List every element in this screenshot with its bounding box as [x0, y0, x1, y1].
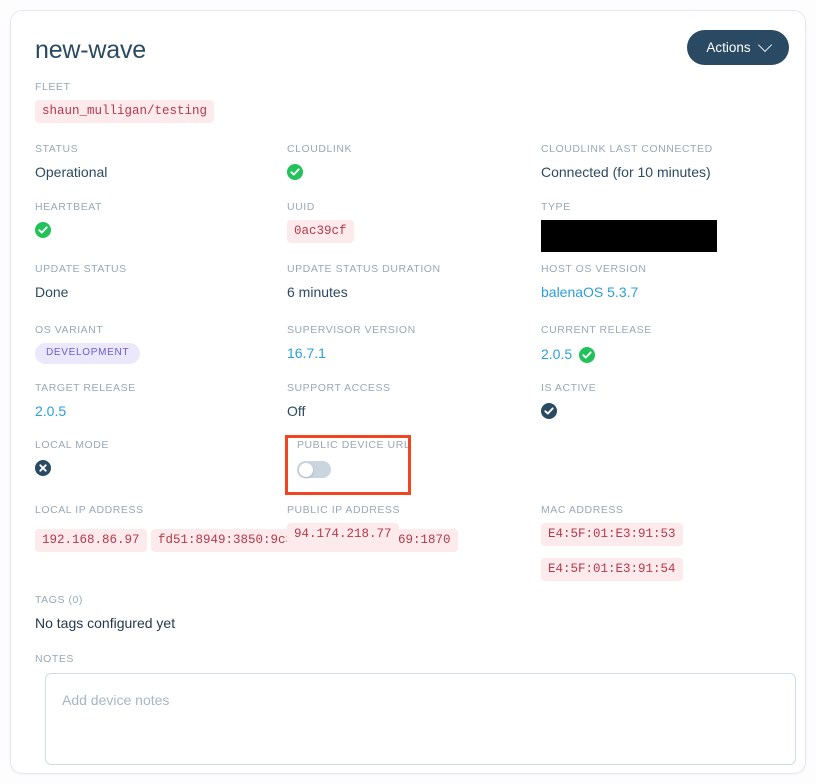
field-tags-label: TAGS (0): [35, 594, 83, 606]
field-tags: TAGS (0) No tags configured yet: [35, 594, 175, 633]
field-cloudlink-last-connected: CLOUDLINK LAST CONNECTED Connected (for …: [541, 143, 713, 182]
field-update-status-duration: UPDATE STATUS DURATION 6 minutes: [287, 263, 441, 302]
device-summary-page: new-wave Actions FLEET shaun_mulligan/te…: [0, 0, 816, 784]
actions-button[interactable]: Actions: [687, 30, 789, 65]
field-heartbeat: HEARTBEAT: [35, 201, 102, 238]
field-cloudlink-last-connected-value: Connected (for 10 minutes): [541, 164, 711, 180]
field-host-os-version-label: HOST OS VERSION: [541, 263, 647, 275]
current-release-link[interactable]: 2.0.5: [541, 345, 572, 364]
field-uuid-label: UUID: [287, 201, 315, 213]
supervisor-version-link[interactable]: 16.7.1: [287, 344, 416, 363]
toggle-knob: [298, 462, 313, 477]
check-circle-navy-icon: [541, 403, 557, 419]
field-public-ip-address-label: PUBLIC IP ADDRESS: [287, 504, 401, 516]
field-update-status-duration-value: 6 minutes: [287, 284, 348, 300]
field-supervisor-version: SUPERVISOR VERSION 16.7.1: [287, 324, 416, 363]
notes-input[interactable]: [45, 673, 796, 765]
field-public-device-url: PUBLIC DEVICE URL: [297, 439, 410, 478]
field-target-release: TARGET RELEASE 2.0.5: [35, 382, 136, 421]
field-heartbeat-value: [35, 222, 102, 238]
field-mac-address: MAC ADDRESS E4:5F:01:E3:91:53 E4:5F:01:E…: [541, 504, 805, 581]
field-heartbeat-label: HEARTBEAT: [35, 201, 102, 213]
field-type: TYPE: [541, 201, 717, 252]
field-is-active-value: [541, 403, 596, 419]
check-circle-green-icon: [35, 222, 51, 238]
field-current-release: CURRENT RELEASE 2.0.5: [541, 324, 652, 364]
field-support-access: SUPPORT ACCESS Off: [287, 382, 391, 421]
field-update-status-duration-label: UPDATE STATUS DURATION: [287, 263, 441, 275]
field-notes: NOTES: [35, 653, 74, 666]
host-os-version-link[interactable]: balenaOS 5.3.7: [541, 283, 647, 302]
field-support-access-value: Off: [287, 403, 306, 419]
field-uuid: UUID 0ac39cf: [287, 201, 354, 243]
field-os-variant-label: OS VARIANT: [35, 324, 104, 336]
field-host-os-version: HOST OS VERSION balenaOS 5.3.7: [541, 263, 647, 302]
page-title: new-wave: [35, 36, 146, 64]
field-supervisor-version-label: SUPERVISOR VERSION: [287, 324, 416, 336]
field-cloudlink-last-connected-label: CLOUDLINK LAST CONNECTED: [541, 143, 713, 155]
field-local-mode-label: LOCAL MODE: [35, 439, 109, 451]
device-details-card: new-wave Actions FLEET shaun_mulligan/te…: [10, 10, 806, 774]
fleet-value-badge[interactable]: shaun_mulligan/testing: [35, 100, 215, 123]
field-current-release-value: 2.0.5: [541, 345, 652, 364]
public-device-url-toggle[interactable]: [297, 461, 331, 478]
field-update-status-label: UPDATE STATUS: [35, 263, 127, 275]
tags-empty-text: No tags configured yet: [35, 615, 176, 631]
field-local-mode: LOCAL MODE: [35, 439, 109, 476]
field-update-status: UPDATE STATUS Done: [35, 263, 127, 302]
mac-address-value-badge-1[interactable]: E4:5F:01:E3:91:53: [541, 523, 683, 546]
field-cloudlink-value: [287, 164, 352, 180]
public-ip-value-badge[interactable]: 94.174.218.77: [287, 523, 399, 546]
mac-address-value-badge-2[interactable]: E4:5F:01:E3:91:54: [541, 558, 683, 581]
chevron-down-icon: [757, 37, 772, 52]
field-update-status-value: Done: [35, 284, 69, 300]
field-public-ip-address: PUBLIC IP ADDRESS 94.174.218.77: [287, 504, 400, 546]
field-current-release-label: CURRENT RELEASE: [541, 324, 652, 336]
field-notes-label: NOTES: [35, 653, 74, 665]
field-local-mode-value: [35, 460, 109, 476]
field-type-label: TYPE: [541, 201, 571, 213]
field-status-label: STATUS: [35, 143, 79, 155]
field-status: STATUS Operational: [35, 143, 107, 182]
field-public-device-url-label: PUBLIC DEVICE URL: [297, 439, 411, 451]
field-is-active: IS ACTIVE: [541, 382, 596, 419]
check-circle-green-icon: [287, 164, 303, 180]
target-release-link[interactable]: 2.0.5: [35, 402, 136, 421]
field-is-active-label: IS ACTIVE: [541, 382, 597, 394]
field-cloudlink: CLOUDLINK: [287, 143, 352, 180]
actions-button-label: Actions: [706, 40, 751, 55]
field-os-variant: OS VARIANT DEVELOPMENT: [35, 324, 141, 364]
field-fleet: FLEET shaun_mulligan/testing: [35, 81, 215, 123]
field-fleet-label: FLEET: [35, 81, 71, 93]
type-redaction-box: [541, 220, 717, 252]
field-target-release-label: TARGET RELEASE: [35, 382, 136, 394]
local-ip-value-badge[interactable]: 192.168.86.97: [35, 529, 147, 552]
field-status-value: Operational: [35, 164, 108, 180]
field-support-access-label: SUPPORT ACCESS: [287, 382, 391, 394]
field-cloudlink-label: CLOUDLINK: [287, 143, 353, 155]
x-circle-navy-icon: [35, 460, 51, 476]
os-variant-badge: DEVELOPMENT: [35, 343, 141, 364]
check-circle-green-icon: [579, 346, 596, 363]
uuid-value-badge[interactable]: 0ac39cf: [287, 220, 354, 243]
field-mac-address-label: MAC ADDRESS: [541, 504, 624, 516]
